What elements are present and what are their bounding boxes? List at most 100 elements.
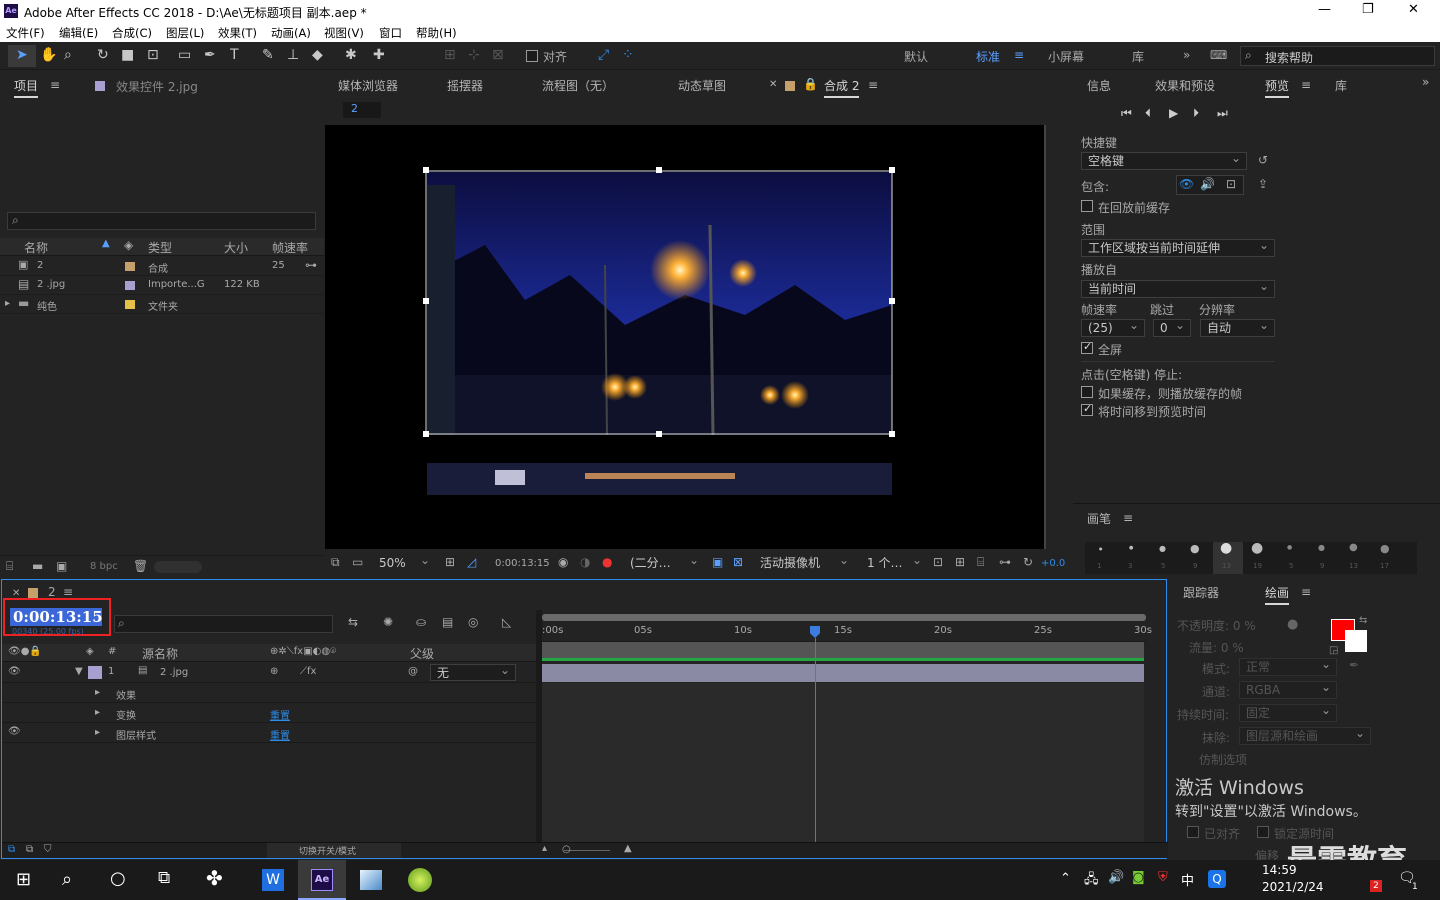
motion-blur-icon[interactable]: ◎ — [468, 615, 478, 629]
tab-tracker[interactable]: 跟踪器 — [1183, 584, 1219, 601]
maximize-icon[interactable]: ❐ — [1362, 2, 1374, 17]
flowchart-icon[interactable]: ⊶ — [305, 258, 317, 272]
shy-switch-icon[interactable]: ⊕ — [270, 666, 278, 677]
swap-colors-icon[interactable]: ⇆ — [1359, 615, 1367, 626]
layer-duration-bar[interactable] — [542, 664, 1144, 682]
in-out-icon[interactable]: ⛉ — [44, 844, 52, 855]
col-parent[interactable]: 父级 — [410, 645, 434, 662]
project-row-folder[interactable]: ▸ ▬ 纯色 文件夹 — [0, 295, 324, 314]
comp-mini-flowchart-icon[interactable]: ⇆ — [348, 615, 358, 629]
work-area-bar[interactable] — [542, 614, 1146, 621]
fx-switch-icon[interactable]: ⟋fx — [300, 666, 316, 677]
skip-dropdown[interactable]: 0 — [1153, 317, 1191, 337]
reset-exposure-icon[interactable]: ↻ — [1023, 555, 1033, 569]
axis-view-icon[interactable]: ⊠ — [492, 47, 504, 63]
layer-switches-icon[interactable]: ⧉ — [8, 844, 15, 855]
align-checkbox[interactable] — [526, 50, 538, 62]
menu-composition[interactable]: 合成(C) — [112, 25, 152, 41]
security-icon[interactable]: ⛨ — [1158, 870, 1168, 885]
comp-breadcrumb-chip[interactable]: 2 — [343, 102, 381, 118]
nvidia-icon[interactable]: ◙ — [1132, 870, 1145, 885]
tray-expand-icon[interactable]: ⌃ — [1060, 871, 1071, 886]
axis-local-icon[interactable]: ⊞ — [444, 47, 456, 63]
menu-animation[interactable]: 动画(A) — [271, 25, 311, 41]
clock-date[interactable]: 2021/2/24 — [1262, 880, 1324, 894]
include-video-icon[interactable]: 👁 — [1179, 177, 1194, 191]
col-type[interactable]: 类型 — [148, 239, 172, 256]
workspace-menu-icon[interactable]: ≡ — [1014, 48, 1024, 62]
opacity-label[interactable]: 不透明度: 0 % — [1177, 617, 1256, 634]
shortcut-dropdown[interactable]: 空格键 — [1081, 150, 1247, 170]
show-snapshot-icon[interactable]: ◑ — [580, 555, 590, 569]
ime-indicator[interactable]: 中 — [1181, 870, 1194, 889]
bit-depth[interactable]: 8 bpc — [90, 561, 118, 572]
close-tab-icon[interactable]: ✕ — [769, 79, 777, 90]
menu-help[interactable]: 帮助(H) — [416, 25, 457, 41]
layer-row[interactable]: 👁 ▼ 1 ▤ 2 .jpg ⊕ ⟋fx @ 无 — [2, 662, 536, 683]
reset-link[interactable]: 重置 — [270, 727, 290, 742]
ae-taskbar-item[interactable]: Ae — [298, 860, 346, 900]
expand-arrow-icon[interactable]: ▸ — [95, 687, 100, 698]
tab-composition[interactable]: 合成 2 — [824, 77, 860, 98]
play-icon[interactable]: ▶ — [1169, 106, 1178, 120]
move-time-checkbox[interactable] — [1081, 402, 1093, 416]
viewer-timecode[interactable]: 0:00:13:15 — [495, 558, 550, 569]
views-dropdown[interactable]: 1 个… — [860, 552, 928, 572]
graph-editor-icon[interactable]: ◺ — [502, 615, 511, 629]
menu-effect[interactable]: 效果(T) — [218, 25, 257, 41]
new-composition-icon[interactable]: ▣ — [56, 559, 67, 573]
tab-project[interactable]: 项目 — [14, 77, 39, 98]
composition-canvas[interactable] — [325, 125, 1044, 549]
trash-icon[interactable]: 🗑 — [133, 559, 148, 573]
pinwheel-app-icon[interactable]: ✤ — [206, 866, 223, 890]
snap-icon[interactable]: ⤢ — [598, 47, 609, 63]
next-frame-icon[interactable]: ⏵ — [1193, 106, 1199, 121]
fast-previews-icon[interactable]: ⊞ — [955, 555, 965, 569]
interpret-footage-icon[interactable]: ⌸ — [6, 559, 13, 574]
help-search-input[interactable]: ⌕ 搜索帮助 — [1240, 46, 1435, 66]
zoom-tool-icon[interactable]: ⌕ — [64, 47, 72, 63]
menu-file[interactable]: 文件(F) — [6, 25, 45, 41]
toggle-switches-modes[interactable]: 切换开关/模式 — [299, 844, 356, 857]
always-preview-icon[interactable]: ⧉ — [331, 555, 340, 570]
panel-menu-icon[interactable]: ≡ — [63, 585, 73, 599]
thumbnail-slider[interactable] — [154, 561, 202, 573]
timeline-tab[interactable]: 2 — [48, 585, 56, 599]
workspace-default[interactable]: 默认 — [904, 48, 928, 65]
snap-grid-icon[interactable]: ⁘ — [622, 47, 634, 63]
sort-up-icon[interactable]: ▲ — [102, 238, 110, 249]
windows-start-icon[interactable]: ⊞ — [16, 869, 31, 890]
minimize-icon[interactable]: — — [1318, 2, 1331, 17]
visibility-eye-icon[interactable]: 👁 — [8, 666, 21, 677]
flow-label[interactable]: 流量: 0 % — [1189, 639, 1244, 656]
zoom-thumb-icon[interactable]: ○ — [562, 844, 571, 855]
workspace-small-screen[interactable]: 小屏幕 — [1048, 48, 1084, 65]
project-row-comp[interactable]: ▣ 2 合成 25 ⊶ — [0, 257, 324, 276]
tab-paint[interactable]: 绘画 — [1265, 584, 1290, 605]
include-overlays-icon[interactable]: ⊡ — [1226, 177, 1236, 191]
col-name[interactable]: 名称 — [24, 239, 48, 256]
exposure-value[interactable]: +0.0 — [1041, 558, 1065, 569]
lock-time-checkbox[interactable] — [1257, 826, 1269, 838]
selection-tool-icon[interactable]: ➤ — [16, 47, 28, 63]
background-color-swatch[interactable] — [1345, 630, 1367, 652]
visibility-eye-icon[interactable]: 👁 — [8, 726, 21, 737]
panel-menu-icon[interactable]: ≡ — [1301, 585, 1311, 599]
shy-layers-icon[interactable]: ⛀ — [416, 615, 426, 629]
volume-icon[interactable]: 🔊 — [1108, 870, 1124, 885]
keyboard-icon[interactable]: ⌨ — [1210, 48, 1227, 62]
draft-3d-icon[interactable]: ✺ — [383, 615, 393, 629]
flowchart-icon[interactable]: ⊶ — [999, 555, 1011, 569]
tab-motion-sketch[interactable]: 动态草图 — [678, 77, 726, 94]
monitor-icon[interactable]: ▭ — [352, 555, 363, 569]
range-dropdown[interactable]: 工作区域按当前时间延伸 — [1081, 237, 1275, 257]
menu-view[interactable]: 视图(V) — [324, 25, 364, 41]
qq-icon[interactable]: Q — [1208, 870, 1226, 888]
tab-library[interactable]: 库 — [1335, 77, 1347, 94]
pick-whip-icon[interactable]: @ — [408, 666, 418, 677]
layer-search-input[interactable]: ⌕ — [114, 615, 333, 633]
frame-blending-icon[interactable]: ▤ — [442, 615, 453, 629]
tab-info[interactable]: 信息 — [1087, 77, 1111, 94]
tab-media-browser[interactable]: 媒体浏览器 — [338, 77, 398, 94]
roto-brush-tool-icon[interactable]: ✱ — [345, 47, 357, 63]
